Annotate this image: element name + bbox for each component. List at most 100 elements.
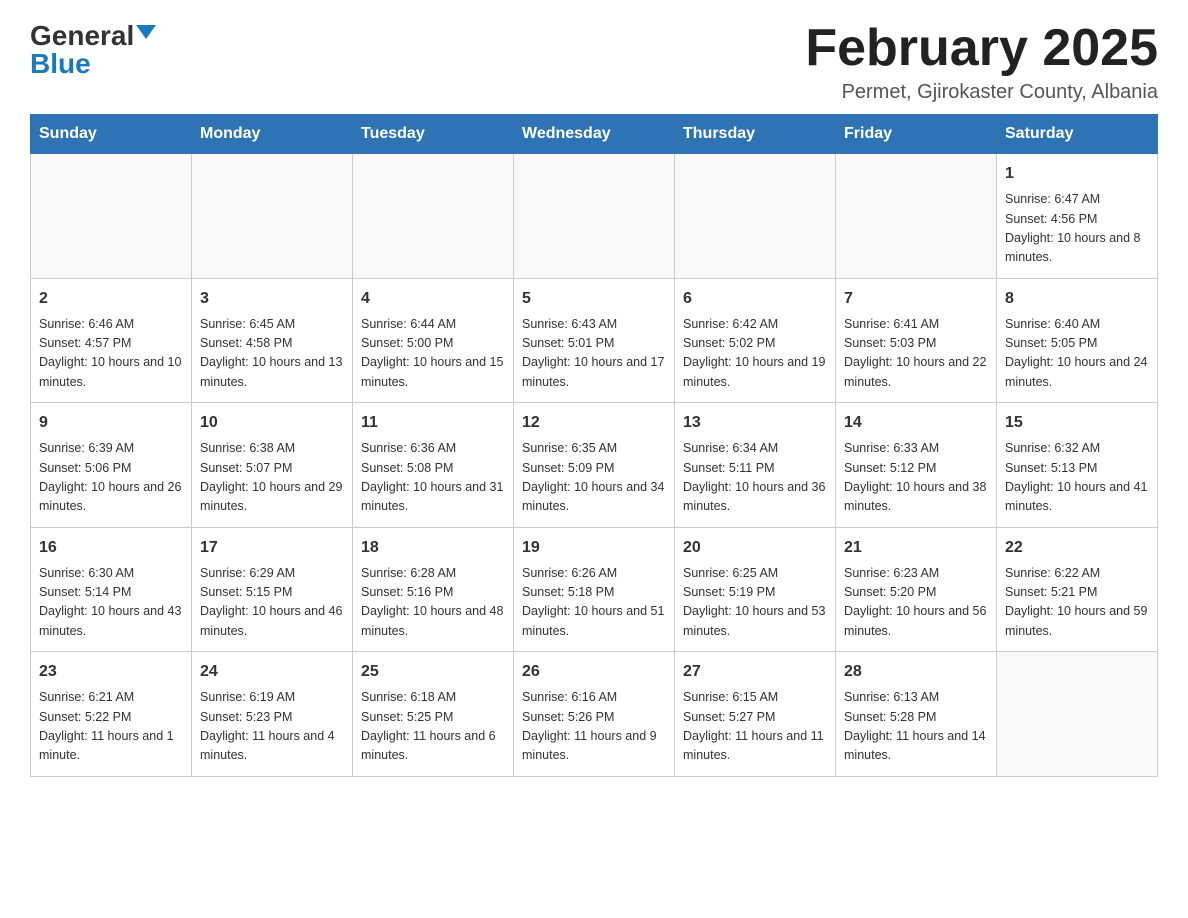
- calendar-cell: 8 Sunrise: 6:40 AMSunset: 5:05 PMDaylight…: [997, 278, 1158, 403]
- sun-info: Sunrise: 6:15 AMSunset: 5:27 PMDaylight:…: [683, 688, 827, 766]
- calendar-cell: 10Sunrise: 6:38 AMSunset: 5:07 PMDayligh…: [192, 403, 353, 528]
- calendar-cell: 11Sunrise: 6:36 AMSunset: 5:08 PMDayligh…: [353, 403, 514, 528]
- month-title: February 2025: [805, 20, 1158, 77]
- sun-info: Sunrise: 6:40 AMSunset: 5:05 PMDaylight:…: [1005, 315, 1149, 393]
- calendar-cell: 6Sunrise: 6:42 AMSunset: 5:02 PMDaylight…: [675, 278, 836, 403]
- day-number: 4: [361, 287, 505, 311]
- calendar-cell: [31, 154, 192, 279]
- calendar-cell: [675, 154, 836, 279]
- location-text: Permet, Gjirokaster County, Albania: [805, 81, 1158, 104]
- day-number: 1: [1005, 162, 1149, 186]
- calendar-header-row: SundayMondayTuesdayWednesdayThursdayFrid…: [31, 115, 1158, 154]
- logo: General Blue: [30, 20, 156, 80]
- day-number: 19: [522, 536, 666, 560]
- calendar-cell: 5 Sunrise: 6:43 AMSunset: 5:01 PMDaylight…: [514, 278, 675, 403]
- calendar-cell: 3 Sunrise: 6:45 AMSunset: 4:58 PMDaylight…: [192, 278, 353, 403]
- sun-info: Sunrise: 6:16 AMSunset: 5:26 PMDaylight:…: [522, 688, 666, 766]
- sun-info: Sunrise: 6:43 AMSunset: 5:01 PMDaylight:…: [522, 315, 666, 393]
- sun-info: Sunrise: 6:28 AMSunset: 5:16 PMDaylight:…: [361, 564, 505, 642]
- day-number: 24: [200, 660, 344, 684]
- day-number: 27: [683, 660, 827, 684]
- calendar-cell: 4 Sunrise: 6:44 AMSunset: 5:00 PMDaylight…: [353, 278, 514, 403]
- sun-info: Sunrise: 6:46 AMSunset: 4:57 PMDaylight:…: [39, 315, 183, 393]
- calendar-cell: 27 Sunrise: 6:15 AMSunset: 5:27 PMDayligh…: [675, 652, 836, 777]
- calendar-cell: 16Sunrise: 6:30 AMSunset: 5:14 PMDayligh…: [31, 527, 192, 652]
- logo-triangle-icon: [136, 25, 156, 39]
- calendar-cell: 2 Sunrise: 6:46 AMSunset: 4:57 PMDaylight…: [31, 278, 192, 403]
- sun-info: Sunrise: 6:47 AMSunset: 4:56 PMDaylight:…: [1005, 190, 1149, 268]
- calendar-cell: 7 Sunrise: 6:41 AMSunset: 5:03 PMDaylight…: [836, 278, 997, 403]
- sun-info: Sunrise: 6:25 AMSunset: 5:19 PMDaylight:…: [683, 564, 827, 642]
- sun-info: Sunrise: 6:44 AMSunset: 5:00 PMDaylight:…: [361, 315, 505, 393]
- day-number: 9: [39, 411, 183, 435]
- day-number: 7: [844, 287, 988, 311]
- calendar-cell: [514, 154, 675, 279]
- calendar-cell: 17 Sunrise: 6:29 AMSunset: 5:15 PMDayligh…: [192, 527, 353, 652]
- day-number: 10: [200, 411, 344, 435]
- day-number: 17: [200, 536, 344, 560]
- sun-info: Sunrise: 6:35 AMSunset: 5:09 PMDaylight:…: [522, 439, 666, 517]
- column-header-tuesday: Tuesday: [353, 115, 514, 154]
- day-number: 12: [522, 411, 666, 435]
- day-number: 22: [1005, 536, 1149, 560]
- day-number: 8: [1005, 287, 1149, 311]
- calendar-week-row: 16Sunrise: 6:30 AMSunset: 5:14 PMDayligh…: [31, 527, 1158, 652]
- day-number: 23: [39, 660, 183, 684]
- sun-info: Sunrise: 6:41 AMSunset: 5:03 PMDaylight:…: [844, 315, 988, 393]
- sun-info: Sunrise: 6:26 AMSunset: 5:18 PMDaylight:…: [522, 564, 666, 642]
- logo-blue-text: Blue: [30, 48, 91, 80]
- day-number: 5: [522, 287, 666, 311]
- sun-info: Sunrise: 6:22 AMSunset: 5:21 PMDaylight:…: [1005, 564, 1149, 642]
- day-number: 3: [200, 287, 344, 311]
- calendar-cell: 20Sunrise: 6:25 AMSunset: 5:19 PMDayligh…: [675, 527, 836, 652]
- calendar-cell: 15Sunrise: 6:32 AMSunset: 5:13 PMDayligh…: [997, 403, 1158, 528]
- day-number: 25: [361, 660, 505, 684]
- day-number: 14: [844, 411, 988, 435]
- calendar-week-row: 2 Sunrise: 6:46 AMSunset: 4:57 PMDaylight…: [31, 278, 1158, 403]
- calendar-cell: [836, 154, 997, 279]
- calendar-cell: [192, 154, 353, 279]
- calendar-cell: 9Sunrise: 6:39 AMSunset: 5:06 PMDaylight…: [31, 403, 192, 528]
- sun-info: Sunrise: 6:29 AMSunset: 5:15 PMDaylight:…: [200, 564, 344, 642]
- sun-info: Sunrise: 6:18 AMSunset: 5:25 PMDaylight:…: [361, 688, 505, 766]
- calendar-cell: 25 Sunrise: 6:18 AMSunset: 5:25 PMDayligh…: [353, 652, 514, 777]
- sun-info: Sunrise: 6:13 AMSunset: 5:28 PMDaylight:…: [844, 688, 988, 766]
- calendar-week-row: 9Sunrise: 6:39 AMSunset: 5:06 PMDaylight…: [31, 403, 1158, 528]
- column-header-monday: Monday: [192, 115, 353, 154]
- column-header-friday: Friday: [836, 115, 997, 154]
- column-header-wednesday: Wednesday: [514, 115, 675, 154]
- page-header: General Blue February 2025 Permet, Gjiro…: [30, 20, 1158, 104]
- calendar-cell: 24 Sunrise: 6:19 AMSunset: 5:23 PMDayligh…: [192, 652, 353, 777]
- calendar-week-row: 23 Sunrise: 6:21 AMSunset: 5:22 PMDayligh…: [31, 652, 1158, 777]
- day-number: 11: [361, 411, 505, 435]
- day-number: 13: [683, 411, 827, 435]
- sun-info: Sunrise: 6:42 AMSunset: 5:02 PMDaylight:…: [683, 315, 827, 393]
- calendar-cell: 26 Sunrise: 6:16 AMSunset: 5:26 PMDayligh…: [514, 652, 675, 777]
- sun-info: Sunrise: 6:33 AMSunset: 5:12 PMDaylight:…: [844, 439, 988, 517]
- day-number: 18: [361, 536, 505, 560]
- sun-info: Sunrise: 6:21 AMSunset: 5:22 PMDaylight:…: [39, 688, 183, 766]
- column-header-sunday: Sunday: [31, 115, 192, 154]
- sun-info: Sunrise: 6:32 AMSunset: 5:13 PMDaylight:…: [1005, 439, 1149, 517]
- day-number: 28: [844, 660, 988, 684]
- day-number: 26: [522, 660, 666, 684]
- calendar-cell: 23 Sunrise: 6:21 AMSunset: 5:22 PMDayligh…: [31, 652, 192, 777]
- calendar-cell: 18 Sunrise: 6:28 AMSunset: 5:16 PMDayligh…: [353, 527, 514, 652]
- title-block: February 2025 Permet, Gjirokaster County…: [805, 20, 1158, 104]
- calendar-cell: [997, 652, 1158, 777]
- sun-info: Sunrise: 6:19 AMSunset: 5:23 PMDaylight:…: [200, 688, 344, 766]
- sun-info: Sunrise: 6:30 AMSunset: 5:14 PMDaylight:…: [39, 564, 183, 642]
- day-number: 2: [39, 287, 183, 311]
- calendar-cell: 13 Sunrise: 6:34 AMSunset: 5:11 PMDayligh…: [675, 403, 836, 528]
- calendar-cell: 21 Sunrise: 6:23 AMSunset: 5:20 PMDayligh…: [836, 527, 997, 652]
- sun-info: Sunrise: 6:45 AMSunset: 4:58 PMDaylight:…: [200, 315, 344, 393]
- calendar-table: SundayMondayTuesdayWednesdayThursdayFrid…: [30, 114, 1158, 777]
- calendar-cell: 14 Sunrise: 6:33 AMSunset: 5:12 PMDayligh…: [836, 403, 997, 528]
- calendar-cell: 22 Sunrise: 6:22 AMSunset: 5:21 PMDayligh…: [997, 527, 1158, 652]
- calendar-cell: 19 Sunrise: 6:26 AMSunset: 5:18 PMDayligh…: [514, 527, 675, 652]
- sun-info: Sunrise: 6:23 AMSunset: 5:20 PMDaylight:…: [844, 564, 988, 642]
- column-header-saturday: Saturday: [997, 115, 1158, 154]
- sun-info: Sunrise: 6:34 AMSunset: 5:11 PMDaylight:…: [683, 439, 827, 517]
- day-number: 21: [844, 536, 988, 560]
- calendar-cell: 1 Sunrise: 6:47 AMSunset: 4:56 PMDaylight…: [997, 154, 1158, 279]
